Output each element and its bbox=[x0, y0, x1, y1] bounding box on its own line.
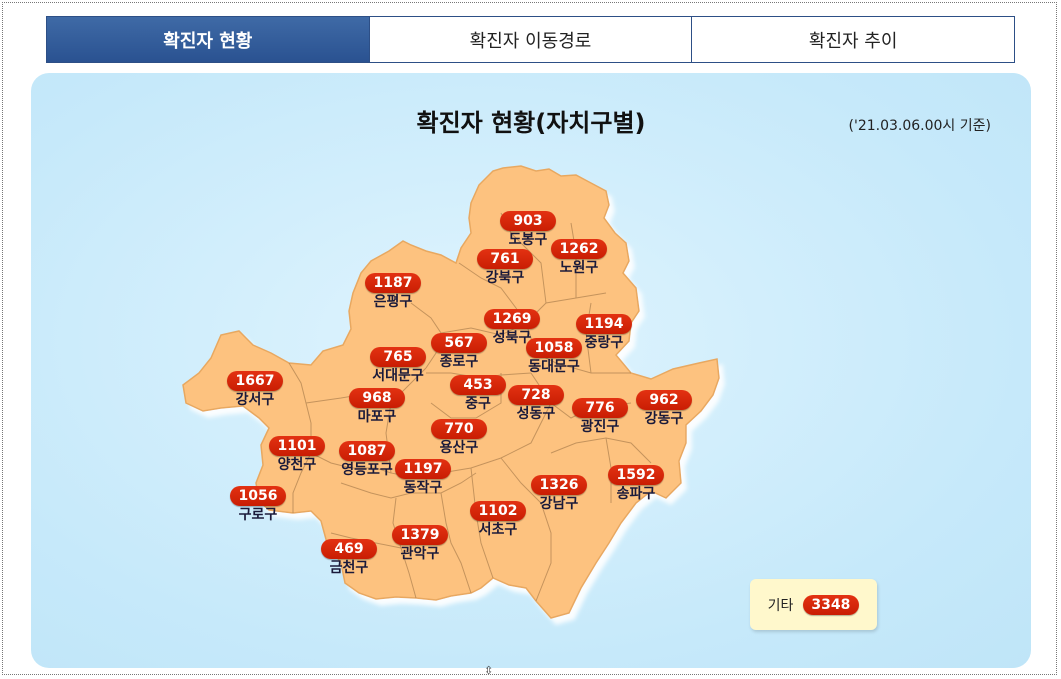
count-badge: 761 bbox=[477, 249, 533, 269]
district-guro[interactable]: 1056 구로구 bbox=[213, 485, 303, 524]
etc-box[interactable]: 기타 3348 bbox=[750, 579, 877, 630]
scroll-handle-icon[interactable]: ⇳ bbox=[484, 664, 493, 677]
district-gangbuk[interactable]: 761 강북구 bbox=[460, 248, 550, 287]
district-seodaemun[interactable]: 765 서대문구 bbox=[353, 346, 443, 385]
count-badge: 1326 bbox=[531, 475, 587, 495]
etc-count-badge: 3348 bbox=[803, 594, 860, 615]
count-badge: 1592 bbox=[608, 465, 664, 485]
district-songpa[interactable]: 1592 송파구 bbox=[591, 464, 681, 503]
count-badge: 962 bbox=[636, 390, 692, 410]
district-mapo[interactable]: 968 마포구 bbox=[332, 387, 422, 426]
district-label: 은평구 bbox=[373, 294, 413, 310]
district-label: 강서구 bbox=[235, 392, 275, 408]
district-gangseo[interactable]: 1667 강서구 bbox=[210, 370, 300, 409]
count-badge: 1102 bbox=[470, 501, 526, 521]
tab-route[interactable]: 확진자 이동경로 bbox=[368, 17, 692, 62]
district-label: 서대문구 bbox=[372, 368, 424, 384]
tab-status[interactable]: 확진자 현황 bbox=[47, 17, 369, 62]
count-badge: 903 bbox=[500, 211, 556, 231]
district-label: 마포구 bbox=[357, 409, 397, 425]
count-badge: 765 bbox=[370, 347, 426, 367]
count-badge: 1187 bbox=[365, 273, 421, 293]
district-yongsan[interactable]: 770 용산구 bbox=[414, 418, 504, 457]
etc-label: 기타 bbox=[767, 597, 794, 614]
tab-trend[interactable]: 확진자 추이 bbox=[691, 17, 1015, 62]
district-label: 구로구 bbox=[238, 507, 278, 523]
district-label: 강북구 bbox=[485, 270, 525, 286]
count-badge: 968 bbox=[349, 388, 405, 408]
tab-bar: 확진자 현황 확진자 이동경로 확진자 추이 bbox=[46, 16, 1015, 63]
count-badge: 1379 bbox=[392, 525, 448, 545]
count-badge: 1667 bbox=[227, 371, 283, 391]
count-badge: 770 bbox=[431, 419, 487, 439]
district-label: 동작구 bbox=[403, 480, 443, 496]
district-label: 송파구 bbox=[616, 486, 656, 502]
district-label: 용산구 bbox=[439, 440, 479, 456]
district-eunpyeong[interactable]: 1187 은평구 bbox=[348, 272, 438, 311]
district-geumcheon[interactable]: 469 금천구 bbox=[304, 538, 394, 577]
district-gangdong[interactable]: 962 강동구 bbox=[619, 389, 709, 428]
district-label: 금천구 bbox=[329, 560, 369, 576]
count-badge: 1197 bbox=[395, 459, 451, 479]
count-badge: 1194 bbox=[576, 314, 632, 334]
district-label: 강동구 bbox=[644, 411, 684, 427]
map-panel: 확진자 현황(자치구별) ('21.03.06.00시 기준) 903 도봉구 … bbox=[31, 73, 1031, 668]
count-badge: 1269 bbox=[484, 309, 540, 329]
district-dongjak[interactable]: 1197 동작구 bbox=[378, 458, 468, 497]
count-badge: 1058 bbox=[526, 338, 582, 358]
count-badge: 1056 bbox=[230, 486, 286, 506]
district-label: 서초구 bbox=[478, 522, 518, 538]
count-badge: 469 bbox=[321, 539, 377, 559]
district-seocho[interactable]: 1102 서초구 bbox=[453, 500, 543, 539]
count-badge: 1262 bbox=[551, 239, 607, 259]
count-badge: 1101 bbox=[269, 436, 325, 456]
district-dongdaemun[interactable]: 1058 동대문구 bbox=[509, 337, 599, 376]
